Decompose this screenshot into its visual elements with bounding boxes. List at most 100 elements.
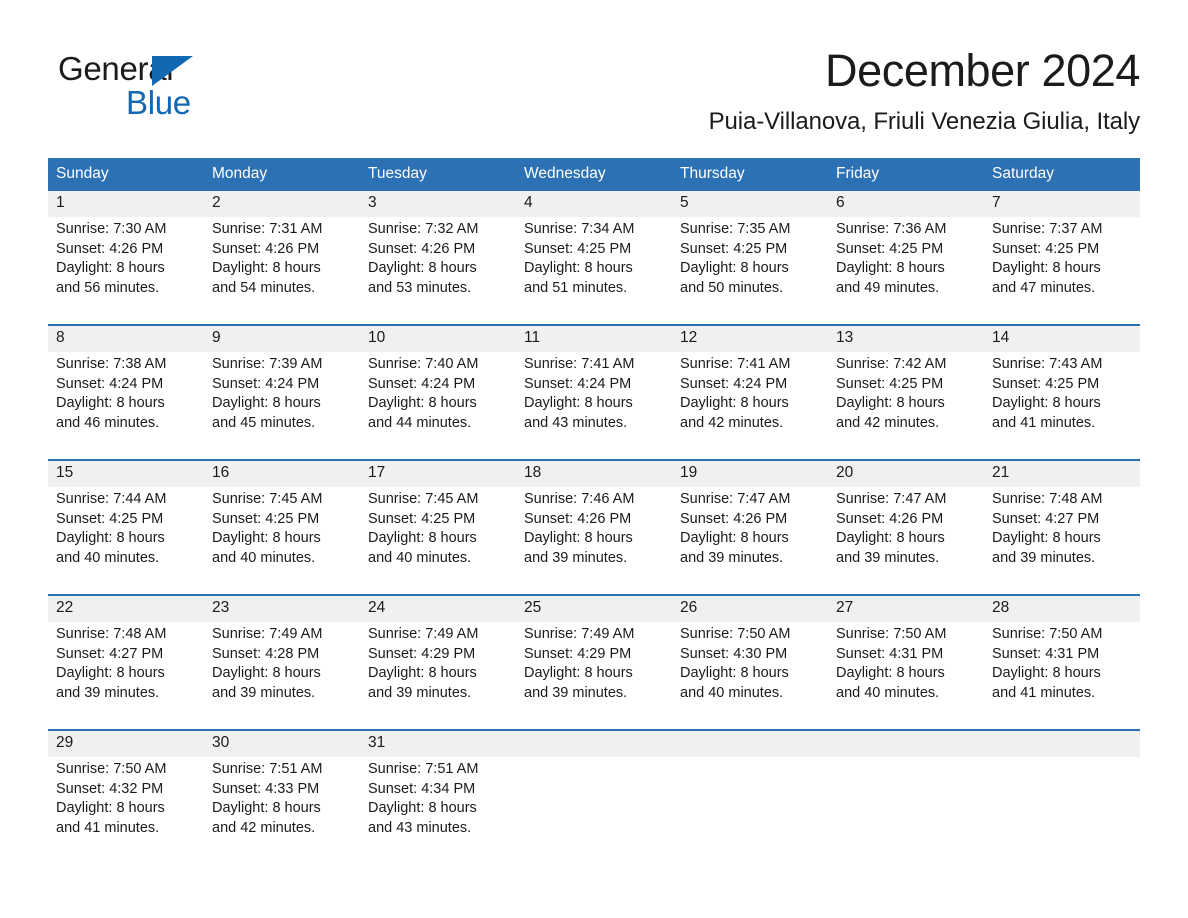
day-cell[interactable]: 25 Sunrise: 7:49 AM Sunset: 4:29 PM Dayl… <box>516 596 672 729</box>
sunset-text: Sunset: 4:24 PM <box>56 375 164 392</box>
day-cell[interactable]: 15 Sunrise: 7:44 AM Sunset: 4:25 PM Dayl… <box>48 461 204 594</box>
daylight-line2: and 39 minutes. <box>992 549 1096 566</box>
day-number: 8 <box>56 329 65 346</box>
daylight-line1: Daylight: 8 hours <box>992 260 1101 277</box>
day-info: Sunrise: 7:50 AM Sunset: 4:31 PM Dayligh… <box>992 625 1140 703</box>
daylight-line2: and 50 minutes. <box>680 279 784 296</box>
day-info: Sunrise: 7:45 AM Sunset: 4:25 PM Dayligh… <box>212 490 360 568</box>
week-row: 1 Sunrise: 7:30 AM Sunset: 4:26 PM Dayli… <box>48 189 1140 324</box>
day-cell[interactable]: 6 Sunrise: 7:36 AM Sunset: 4:25 PM Dayli… <box>828 191 984 324</box>
day-number: 26 <box>680 599 698 616</box>
day-cell[interactable]: 5 Sunrise: 7:35 AM Sunset: 4:25 PM Dayli… <box>672 191 828 324</box>
day-info: Sunrise: 7:37 AM Sunset: 4:25 PM Dayligh… <box>992 220 1140 298</box>
weekday-thursday: Thursday <box>680 165 745 182</box>
sunrise-text: Sunrise: 7:47 AM <box>680 491 791 507</box>
daylight-line1: Daylight: 8 hours <box>56 395 165 412</box>
day-number: 4 <box>524 194 533 211</box>
sunrise-text: Sunrise: 7:48 AM <box>992 491 1103 507</box>
day-cell[interactable]: 29 Sunrise: 7:50 AM Sunset: 4:32 PM Dayl… <box>48 731 204 849</box>
daylight-line2: and 49 minutes. <box>836 279 940 296</box>
sunrise-text: Sunrise: 7:49 AM <box>212 626 323 642</box>
sunset-text: Sunset: 4:24 PM <box>368 375 476 392</box>
daylight-line1: Daylight: 8 hours <box>56 665 165 682</box>
day-info: Sunrise: 7:43 AM Sunset: 4:25 PM Dayligh… <box>992 355 1140 433</box>
sunrise-text: Sunrise: 7:49 AM <box>368 626 479 642</box>
sunset-text: Sunset: 4:31 PM <box>836 645 944 662</box>
day-info: Sunrise: 7:44 AM Sunset: 4:25 PM Dayligh… <box>56 490 204 568</box>
day-info: Sunrise: 7:41 AM Sunset: 4:24 PM Dayligh… <box>680 355 828 433</box>
day-number: 31 <box>368 734 386 751</box>
day-cell[interactable]: 2 Sunrise: 7:31 AM Sunset: 4:26 PM Dayli… <box>204 191 360 324</box>
daylight-line1: Daylight: 8 hours <box>680 395 789 412</box>
week-row: 22 Sunrise: 7:48 AM Sunset: 4:27 PM Dayl… <box>48 594 1140 729</box>
day-number: 18 <box>524 464 542 481</box>
day-cell[interactable]: 8 Sunrise: 7:38 AM Sunset: 4:24 PM Dayli… <box>48 326 204 459</box>
day-cell[interactable]: 18 Sunrise: 7:46 AM Sunset: 4:26 PM Dayl… <box>516 461 672 594</box>
day-cell[interactable]: 9 Sunrise: 7:39 AM Sunset: 4:24 PM Dayli… <box>204 326 360 459</box>
day-info: Sunrise: 7:39 AM Sunset: 4:24 PM Dayligh… <box>212 355 360 433</box>
daylight-line1: Daylight: 8 hours <box>524 530 633 547</box>
day-cell[interactable]: 23 Sunrise: 7:49 AM Sunset: 4:28 PM Dayl… <box>204 596 360 729</box>
day-info: Sunrise: 7:31 AM Sunset: 4:26 PM Dayligh… <box>212 220 360 298</box>
day-info: Sunrise: 7:32 AM Sunset: 4:26 PM Dayligh… <box>368 220 516 298</box>
daylight-line2: and 43 minutes. <box>524 414 628 431</box>
daylight-line2: and 41 minutes. <box>56 819 160 836</box>
sunset-text: Sunset: 4:25 PM <box>992 240 1100 257</box>
daylight-line2: and 43 minutes. <box>368 819 472 836</box>
day-number: 25 <box>524 599 542 616</box>
sunrise-text: Sunrise: 7:38 AM <box>56 356 167 372</box>
day-cell[interactable]: 24 Sunrise: 7:49 AM Sunset: 4:29 PM Dayl… <box>360 596 516 729</box>
logo-text-blue: Blue <box>126 84 191 121</box>
day-cell[interactable]: 19 Sunrise: 7:47 AM Sunset: 4:26 PM Dayl… <box>672 461 828 594</box>
day-cell[interactable]: 20 Sunrise: 7:47 AM Sunset: 4:26 PM Dayl… <box>828 461 984 594</box>
day-cell[interactable]: 12 Sunrise: 7:41 AM Sunset: 4:24 PM Dayl… <box>672 326 828 459</box>
day-number: 7 <box>992 194 1001 211</box>
day-cell[interactable]: 28 Sunrise: 7:50 AM Sunset: 4:31 PM Dayl… <box>984 596 1140 729</box>
day-number: 1 <box>56 194 65 211</box>
daylight-line2: and 46 minutes. <box>56 414 160 431</box>
daylight-line2: and 39 minutes. <box>56 684 160 701</box>
day-cell[interactable]: 21 Sunrise: 7:48 AM Sunset: 4:27 PM Dayl… <box>984 461 1140 594</box>
sunset-text: Sunset: 4:24 PM <box>212 375 320 392</box>
sunset-text: Sunset: 4:28 PM <box>212 645 320 662</box>
week-row: 15 Sunrise: 7:44 AM Sunset: 4:25 PM Dayl… <box>48 459 1140 594</box>
day-cell[interactable]: 16 Sunrise: 7:45 AM Sunset: 4:25 PM Dayl… <box>204 461 360 594</box>
day-info: Sunrise: 7:48 AM Sunset: 4:27 PM Dayligh… <box>56 625 204 703</box>
sunset-text: Sunset: 4:27 PM <box>992 510 1100 527</box>
sunset-text: Sunset: 4:25 PM <box>56 510 164 527</box>
sunset-text: Sunset: 4:29 PM <box>524 645 632 662</box>
sunset-text: Sunset: 4:24 PM <box>680 375 788 392</box>
generalblue-logo[interactable]: General Blue <box>58 50 258 136</box>
day-cell[interactable]: 13 Sunrise: 7:42 AM Sunset: 4:25 PM Dayl… <box>828 326 984 459</box>
sunrise-text: Sunrise: 7:44 AM <box>56 491 167 507</box>
sunset-text: Sunset: 4:26 PM <box>524 510 632 527</box>
daylight-line1: Daylight: 8 hours <box>524 395 633 412</box>
day-cell[interactable]: 7 Sunrise: 7:37 AM Sunset: 4:25 PM Dayli… <box>984 191 1140 324</box>
day-number: 24 <box>368 599 386 616</box>
day-cell[interactable]: 4 Sunrise: 7:34 AM Sunset: 4:25 PM Dayli… <box>516 191 672 324</box>
day-cell[interactable]: 14 Sunrise: 7:43 AM Sunset: 4:25 PM Dayl… <box>984 326 1140 459</box>
daylight-line2: and 41 minutes. <box>992 414 1096 431</box>
day-cell[interactable]: 1 Sunrise: 7:30 AM Sunset: 4:26 PM Dayli… <box>48 191 204 324</box>
day-cell[interactable]: 11 Sunrise: 7:41 AM Sunset: 4:24 PM Dayl… <box>516 326 672 459</box>
sunrise-text: Sunrise: 7:34 AM <box>524 221 635 237</box>
day-cell[interactable]: 10 Sunrise: 7:40 AM Sunset: 4:24 PM Dayl… <box>360 326 516 459</box>
day-cell[interactable]: 3 Sunrise: 7:32 AM Sunset: 4:26 PM Dayli… <box>360 191 516 324</box>
daylight-line2: and 39 minutes. <box>836 549 940 566</box>
sunset-text: Sunset: 4:30 PM <box>680 645 788 662</box>
daylight-line1: Daylight: 8 hours <box>56 260 165 277</box>
day-cell[interactable]: 27 Sunrise: 7:50 AM Sunset: 4:31 PM Dayl… <box>828 596 984 729</box>
day-number: 15 <box>56 464 74 481</box>
week-row: 8 Sunrise: 7:38 AM Sunset: 4:24 PM Dayli… <box>48 324 1140 459</box>
weekday-friday: Friday <box>836 165 880 182</box>
day-cell[interactable]: 31 Sunrise: 7:51 AM Sunset: 4:34 PM Dayl… <box>360 731 516 849</box>
day-cell[interactable]: 22 Sunrise: 7:48 AM Sunset: 4:27 PM Dayl… <box>48 596 204 729</box>
daylight-line2: and 40 minutes. <box>368 549 472 566</box>
daylight-line2: and 39 minutes. <box>680 549 784 566</box>
day-cell[interactable]: 30 Sunrise: 7:51 AM Sunset: 4:33 PM Dayl… <box>204 731 360 849</box>
day-cell[interactable]: 26 Sunrise: 7:50 AM Sunset: 4:30 PM Dayl… <box>672 596 828 729</box>
sunrise-text: Sunrise: 7:50 AM <box>836 626 947 642</box>
day-cell[interactable]: 17 Sunrise: 7:45 AM Sunset: 4:25 PM Dayl… <box>360 461 516 594</box>
sunrise-text: Sunrise: 7:48 AM <box>56 626 167 642</box>
day-info: Sunrise: 7:45 AM Sunset: 4:25 PM Dayligh… <box>368 490 516 568</box>
